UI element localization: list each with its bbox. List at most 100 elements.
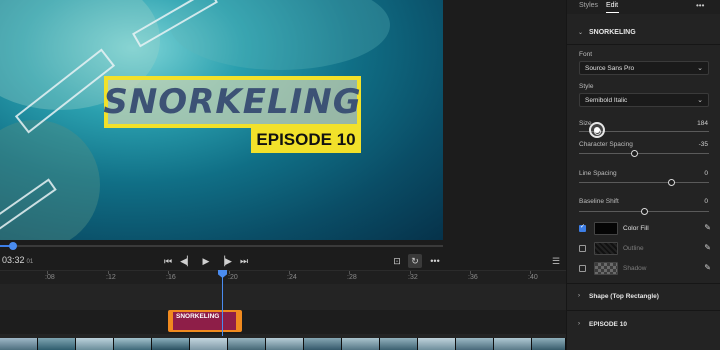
color-fill-swatch[interactable] xyxy=(594,222,618,235)
shadow-swatch[interactable] xyxy=(594,262,618,275)
shadow-checkbox[interactable] xyxy=(579,265,586,272)
chevron-right-icon[interactable]: › xyxy=(578,321,580,327)
play-icon[interactable]: ▶ xyxy=(199,254,213,268)
fit-frame-icon[interactable]: ⊡ xyxy=(390,254,404,268)
title-graphic-box[interactable]: SNORKELING xyxy=(103,76,362,128)
outline-swatch[interactable] xyxy=(594,242,618,255)
tab-styles[interactable]: Styles xyxy=(579,2,598,9)
thumbnail-frame xyxy=(380,338,418,350)
slider-track xyxy=(579,153,709,154)
outline-checkbox[interactable] xyxy=(579,245,586,252)
more-options-icon[interactable]: ••• xyxy=(428,254,442,268)
video-editor-app: SNORKELING EPISODE 10 03:32 01 ⏮ ◀▏ ▶ ▕▶ … xyxy=(0,0,720,350)
slider-handle[interactable] xyxy=(667,179,675,186)
video-preview[interactable]: SNORKELING EPISODE 10 xyxy=(0,0,443,240)
size-value[interactable]: 184 xyxy=(697,120,708,127)
ruler-tick-label: :36 xyxy=(468,274,478,281)
style-dropdown[interactable]: Semibold Italic ⌄ xyxy=(579,93,709,107)
thumbnail-frame xyxy=(0,338,38,350)
scrubber-track xyxy=(0,245,443,247)
color-fill-checkbox[interactable] xyxy=(579,223,586,232)
color-fill-row[interactable]: Color Fill ✎ xyxy=(577,222,711,236)
ruler-tick-label: :08 xyxy=(45,274,55,281)
font-dropdown[interactable]: Source Sans Pro ⌄ xyxy=(579,61,709,75)
thumbnail-frame xyxy=(532,338,566,350)
outline-row[interactable]: Outline ✎ xyxy=(577,242,711,256)
title-clip[interactable]: SNORKELING xyxy=(168,310,242,332)
title-track-lane[interactable] xyxy=(0,310,566,334)
thumbnail-frame xyxy=(152,338,190,350)
preview-scrubber[interactable] xyxy=(0,240,443,252)
thumbnail-frame xyxy=(190,338,228,350)
character-spacing-slider[interactable] xyxy=(579,150,709,158)
tab-edit[interactable]: Edit xyxy=(606,2,618,9)
style-label: Style xyxy=(579,83,594,90)
divider xyxy=(567,310,720,311)
ruler-tick-label: :12 xyxy=(106,274,116,281)
slider-handle[interactable] xyxy=(640,208,648,215)
thumbnail-frame xyxy=(38,338,76,350)
scrubber-handle[interactable] xyxy=(9,242,17,250)
playhead-line[interactable] xyxy=(222,276,223,336)
thumbnail-frame xyxy=(342,338,380,350)
timecode: 03:32 01 xyxy=(2,255,33,265)
divider xyxy=(567,44,720,45)
loop-icon[interactable]: ↻ xyxy=(408,254,422,268)
ruler-tick-label: :20 xyxy=(228,274,238,281)
thumbnail-frame xyxy=(76,338,114,350)
step-back-icon[interactable]: ◀▏ xyxy=(180,254,194,268)
eyedropper-icon[interactable]: ✎ xyxy=(704,263,711,272)
thumbnail-frame xyxy=(418,338,456,350)
slider-track xyxy=(579,182,709,183)
baseline-shift-value[interactable]: 0 xyxy=(704,198,708,205)
episode-section-title[interactable]: EPISODE 10 xyxy=(589,321,627,328)
thumbnail-frame xyxy=(304,338,342,350)
line-spacing-value[interactable]: 0 xyxy=(704,170,708,177)
slider-handle[interactable] xyxy=(630,150,638,157)
transport-bar: 03:32 01 ⏮ ◀▏ ▶ ▕▶ ⏭ ⊡ ↻ ••• xyxy=(0,252,566,270)
character-spacing-label: Character Spacing xyxy=(579,141,633,148)
chevron-down-icon: ⌄ xyxy=(697,65,703,72)
shadow-row[interactable]: Shadow ✎ xyxy=(577,262,711,276)
shape-section-title[interactable]: Shape (Top Rectangle) xyxy=(589,293,659,300)
chevron-down-icon: ⌄ xyxy=(697,97,703,104)
menu-lines-icon[interactable]: ☰ xyxy=(552,256,560,267)
chevron-right-icon[interactable]: › xyxy=(578,293,580,299)
timecode-main: 03:32 xyxy=(2,255,25,265)
timeline-ruler[interactable]: :08 :12 :16 :20 :24 :28 :32 :36 :40 xyxy=(0,270,566,284)
shadow-label: Shadow xyxy=(623,265,647,272)
ruler-tick-label: :24 xyxy=(287,274,297,281)
timeline-tracks[interactable]: SNORKELING xyxy=(0,284,566,338)
active-tab-indicator xyxy=(606,12,619,13)
thumbnail-frame xyxy=(266,338,304,350)
ruler-tick-label: :40 xyxy=(528,274,538,281)
font-label: Font xyxy=(579,51,593,58)
baseline-shift-slider[interactable] xyxy=(579,208,709,216)
properties-panel: Styles Edit ••• ⌄ SNORKELING Font Source… xyxy=(566,0,720,350)
eyedropper-icon[interactable]: ✎ xyxy=(704,243,711,252)
color-fill-label: Color Fill xyxy=(623,225,649,232)
skip-to-end-icon[interactable]: ⏭ xyxy=(237,254,251,268)
thumbnail-frame xyxy=(228,338,266,350)
character-spacing-value[interactable]: -35 xyxy=(699,141,708,148)
ruler-tick-label: :16 xyxy=(166,274,176,281)
panel-more-icon[interactable]: ••• xyxy=(696,1,704,10)
eyedropper-icon[interactable]: ✎ xyxy=(704,223,711,232)
style-dropdown-value: Semibold Italic xyxy=(585,97,628,104)
baseline-shift-label: Baseline Shift xyxy=(579,198,619,205)
divider xyxy=(567,283,720,284)
font-dropdown-value: Source Sans Pro xyxy=(585,65,635,72)
skip-to-start-icon[interactable]: ⏮ xyxy=(161,254,175,268)
episode-graphic[interactable]: EPISODE 10 xyxy=(251,127,361,153)
line-spacing-label: Line Spacing xyxy=(579,170,617,177)
title-clip-label: SNORKELING xyxy=(176,313,220,320)
thumbnail-frame xyxy=(494,338,532,350)
ruler-tick-label: :32 xyxy=(408,274,418,281)
section-title[interactable]: SNORKELING xyxy=(589,29,636,36)
line-spacing-slider[interactable] xyxy=(579,179,709,187)
video-track-filmstrip[interactable] xyxy=(0,338,566,350)
title-graphic-text: SNORKELING xyxy=(103,82,362,122)
chevron-down-icon[interactable]: ⌄ xyxy=(578,29,583,36)
mouse-cursor-icon xyxy=(589,122,605,138)
step-forward-icon[interactable]: ▕▶ xyxy=(218,254,232,268)
